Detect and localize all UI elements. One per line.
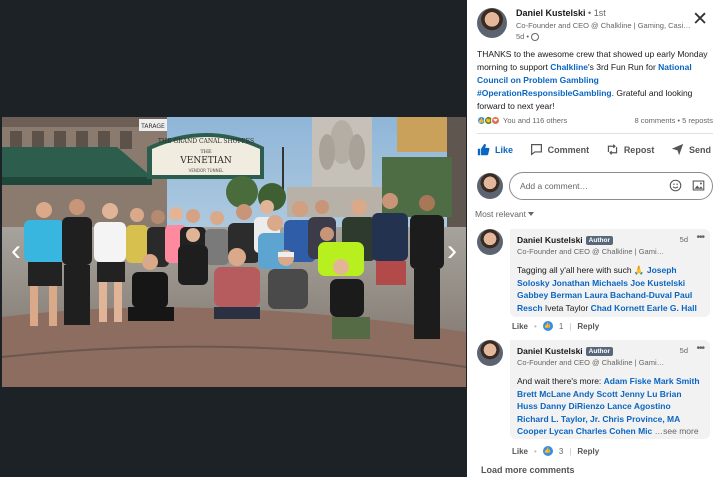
repost-icon — [607, 144, 617, 155]
mention-links[interactable]: Chad Kornett Earle G. Hall — [591, 303, 697, 313]
send-button[interactable]: Send — [665, 140, 717, 159]
sign-line-2: THE — [200, 149, 212, 155]
emoji-icon[interactable] — [669, 179, 682, 192]
post-author[interactable]: Daniel Kustelski • 1st Co-Founder and CE… — [477, 8, 694, 41]
see-more-link[interactable]: …see more — [655, 426, 699, 436]
post-detail-panel: ✕ Daniel Kustelski • 1st Co-Founder and … — [467, 0, 720, 477]
load-more-comments-button[interactable]: Load more comments — [481, 465, 575, 475]
send-label: Send — [688, 144, 711, 155]
thumbs-up-icon — [477, 143, 490, 156]
commenter-name-row: Daniel Kustelski Author — [517, 346, 703, 356]
love-reaction-icon: ❤ — [491, 116, 500, 125]
sort-dropdown[interactable]: Most relevant — [475, 209, 535, 219]
commenter-headline: Co-Founder and CEO @ Chalkline | Gaming… — [517, 247, 667, 256]
more-options-icon[interactable]: ••• — [696, 232, 704, 243]
comment-plain-name: Iveta Taylor — [542, 302, 591, 313]
caret-down-icon — [528, 212, 535, 216]
comment-reply-button[interactable]: Reply — [577, 447, 599, 456]
sign-line-4: VENDOR TUNNEL — [189, 168, 224, 173]
like-reaction-icon: 👍 — [542, 446, 553, 456]
comment-like-count[interactable]: 3 — [559, 447, 563, 456]
comment-bubble: Daniel Kustelski Author 5d ••• Co-Founde… — [510, 229, 710, 317]
author-headline: Co-Founder and CEO @ Chalkline | Gaming,… — [516, 21, 694, 30]
comment-like-button[interactable]: Like — [512, 447, 528, 456]
comment-label: Comment — [547, 144, 590, 155]
like-button[interactable]: Like — [471, 140, 519, 159]
comment-lead: Tagging all y'all here with such 🙏 — [517, 265, 647, 275]
author-badge: Author — [585, 346, 613, 356]
commenter-avatar[interactable] — [477, 229, 503, 255]
author-name[interactable]: Daniel Kustelski — [516, 8, 586, 18]
author-badge: Author — [585, 235, 613, 245]
comment-text: And wait there's more: Adam Fiske Mark S… — [517, 375, 703, 438]
image-icon[interactable] — [692, 179, 705, 192]
comment-time: 5d — [679, 346, 688, 355]
comment-bubble: Daniel Kustelski Author 5d ••• Co-Founde… — [510, 340, 710, 439]
post-timestamp: 5d • — [516, 32, 694, 41]
previous-photo-chevron-icon[interactable]: ‹ — [6, 234, 26, 268]
sign-line-3: VENETIAN — [179, 156, 232, 166]
post-text-part-2: 's 3rd Fun Run for — [588, 62, 659, 72]
post-body: THANKS to the awesome crew that showed u… — [477, 48, 712, 113]
comment-item: Daniel Kustelski Author 5d ••• Co-Founde… — [477, 229, 710, 317]
author-name-row[interactable]: Daniel Kustelski • 1st — [516, 8, 694, 18]
comment-lead: And wait there's more: — [517, 376, 604, 386]
store-sign: TARAGE — [140, 123, 165, 130]
commenter-name[interactable]: Daniel Kustelski — [517, 235, 583, 245]
comment-like-count[interactable]: 1 — [559, 322, 563, 331]
group-photo: TARAGE THE GRAND CANAL SHOPPES THE VENET… — [2, 117, 466, 387]
repost-button[interactable]: Repost — [600, 140, 661, 159]
divider — [477, 133, 713, 134]
author-avatar[interactable] — [477, 8, 507, 38]
like-label: Like — [495, 144, 514, 155]
commenter-name-row: Daniel Kustelski Author — [517, 235, 703, 245]
media-viewer: TARAGE THE GRAND CANAL SHOPPES THE VENET… — [0, 0, 467, 477]
post-time: 5d • — [516, 32, 530, 41]
commenter-name[interactable]: Daniel Kustelski — [517, 346, 583, 356]
social-counts: 👍 👏 ❤ You and 116 others 8 comments • 5 … — [477, 116, 713, 125]
reactions-summary[interactable]: 👍 👏 ❤ You and 116 others — [477, 116, 567, 125]
comment-time: 5d — [679, 235, 688, 244]
close-icon[interactable]: ✕ — [692, 10, 708, 29]
comment-like-button[interactable]: Like — [512, 322, 528, 331]
author-meta: Daniel Kustelski • 1st Co-Founder and CE… — [516, 8, 694, 41]
commenter-headline: Co-Founder and CEO @ Chalkline | Gaming… — [517, 358, 667, 367]
comment-text: Tagging all y'all here with such 🙏 Josep… — [517, 264, 703, 314]
reactions-count[interactable]: You and 116 others — [503, 116, 567, 125]
hashtag-link[interactable]: #OperationResponsibleGambling — [477, 88, 612, 98]
connection-degree: • 1st — [588, 8, 606, 18]
composer-icons — [669, 179, 705, 192]
post-actions: Like Comment Repost Send — [471, 140, 717, 159]
commenter-avatar[interactable] — [477, 340, 503, 366]
comments-reposts-count[interactable]: 8 comments • 5 reposts — [635, 116, 714, 125]
next-photo-chevron-icon[interactable]: › — [442, 234, 462, 268]
separator: | — [569, 321, 572, 331]
sign-line-1: THE GRAND CANAL SHOPPES — [158, 138, 254, 145]
comment-button[interactable]: Comment — [524, 140, 596, 159]
comment-reply-button[interactable]: Reply — [577, 322, 599, 331]
like-reaction-icon: 👍 — [542, 321, 553, 331]
send-icon — [671, 143, 684, 156]
more-options-icon[interactable]: ••• — [696, 343, 704, 354]
separator: | — [569, 446, 572, 456]
company-mention-link[interactable]: Chalkline — [550, 62, 588, 72]
post-photo[interactable]: TARAGE THE GRAND CANAL SHOPPES THE VENET… — [2, 117, 466, 387]
separator: • — [534, 446, 537, 456]
comment-composer — [477, 172, 713, 200]
separator: • — [534, 321, 537, 331]
comment-item: Daniel Kustelski Author 5d ••• Co-Founde… — [477, 340, 710, 439]
comment-actions: Like • 👍 3 | Reply — [512, 446, 599, 456]
sort-label: Most relevant — [475, 209, 527, 219]
globe-icon — [531, 32, 540, 41]
current-user-avatar[interactable] — [477, 173, 503, 199]
comment-icon — [530, 144, 542, 156]
repost-label: Repost — [623, 144, 655, 155]
comment-actions: Like • 👍 1 | Reply — [512, 321, 599, 331]
